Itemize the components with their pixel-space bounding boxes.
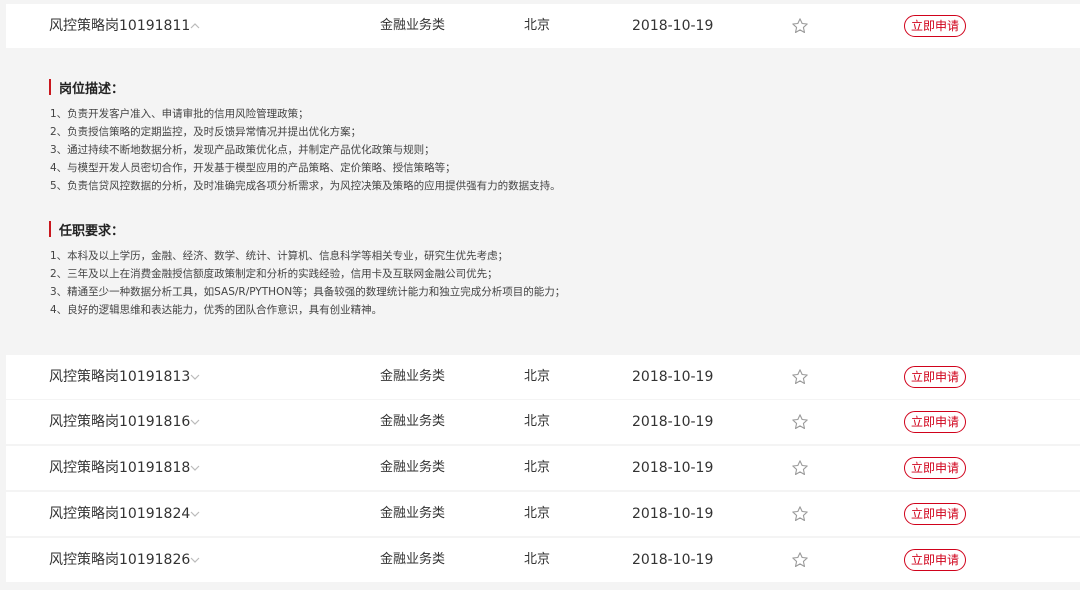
- job-title[interactable]: 风控策略岗10191818: [49, 446, 190, 490]
- list-item: 3、通过持续不断地数据分析，发现产品政策优化点，并制定产品优化政策与规则；: [50, 144, 435, 156]
- job-row[interactable]: 风控策略岗10191826 金融业务类 北京 2018-10-19 立即申请: [6, 538, 1080, 582]
- job-title[interactable]: 风控策略岗10191824: [49, 492, 190, 536]
- apply-button[interactable]: 立即申请: [904, 411, 966, 433]
- job-city: 北京: [524, 552, 551, 567]
- job-date: 2018-10-19: [632, 18, 714, 34]
- job-row[interactable]: 风控策略岗10191824 金融业务类 北京 2018-10-19 立即申请: [6, 492, 1080, 536]
- job-category: 金融业务类: [380, 552, 446, 567]
- job-row[interactable]: 风控策略岗10191816 金融业务类 北京 2018-10-19 立即申请: [6, 400, 1080, 444]
- job-category: 金融业务类: [380, 460, 446, 475]
- section-title: 任职要求：: [59, 224, 125, 239]
- list-item: 4、良好的逻辑思维和表达能力，优秀的团队合作意识，具有创业精神。: [50, 304, 383, 316]
- job-title[interactable]: 风控策略岗10191816: [49, 400, 190, 444]
- job-row[interactable]: 风控策略岗10191818 金融业务类 北京 2018-10-19 立即申请: [6, 446, 1080, 490]
- chevron-down-icon[interactable]: [188, 461, 202, 475]
- list-item: 2、负责授信策略的定期监控，及时反馈异常情况并提出优化方案；: [50, 126, 362, 138]
- job-city: 北京: [524, 414, 551, 429]
- list-item: 2、三年及以上在消费金融授信额度政策制定和分析的实践经验，信用卡及互联网金融公司…: [50, 268, 498, 280]
- apply-button[interactable]: 立即申请: [904, 457, 966, 479]
- list-item: 4、与模型开发人员密切合作，开发基于模型应用的产品策略、定价策略、授信策略等；: [50, 162, 456, 174]
- job-category: 金融业务类: [380, 369, 446, 384]
- job-row[interactable]: 风控策略岗10191813 金融业务类 北京 2018-10-19 立即申请: [6, 355, 1080, 399]
- job-row[interactable]: 风控策略岗10191811 金融业务类 北京 2018-10-19 立即申请: [6, 4, 1080, 48]
- apply-button[interactable]: 立即申请: [904, 366, 966, 388]
- chevron-down-icon[interactable]: [188, 415, 202, 429]
- job-date: 2018-10-19: [632, 552, 714, 568]
- star-outline-icon[interactable]: [791, 17, 809, 35]
- apply-button[interactable]: 立即申请: [904, 503, 966, 525]
- list-item: 3、精通至少一种数据分析工具，如SAS/R/PYTHON等；具备较强的数理统计能…: [50, 286, 566, 298]
- star-outline-icon[interactable]: [791, 505, 809, 523]
- job-city: 北京: [524, 369, 551, 384]
- chevron-down-icon[interactable]: [188, 370, 202, 384]
- star-outline-icon[interactable]: [791, 413, 809, 431]
- list-item: 1、负责开发客户准入、申请审批的信用风险管理政策；: [50, 108, 309, 120]
- apply-button[interactable]: 立即申请: [904, 15, 966, 37]
- job-date: 2018-10-19: [632, 506, 714, 522]
- list-item: 5、负责信贷风控数据的分析，及时准确完成各项分析需求，为风控决策及策略的应用提供…: [50, 180, 561, 192]
- job-category: 金融业务类: [380, 414, 446, 429]
- job-city: 北京: [524, 460, 551, 475]
- duties-list: 1、负责开发客户准入、申请审批的信用风险管理政策； 2、负责授信策略的定期监控，…: [50, 105, 561, 195]
- job-title[interactable]: 风控策略岗10191811: [49, 4, 190, 48]
- chevron-down-icon[interactable]: [188, 553, 202, 567]
- job-date: 2018-10-19: [632, 369, 714, 385]
- job-category: 金融业务类: [380, 506, 446, 521]
- job-title[interactable]: 风控策略岗10191813: [49, 355, 190, 399]
- chevron-down-icon[interactable]: [188, 507, 202, 521]
- section-accent-bar: [49, 79, 51, 95]
- star-outline-icon[interactable]: [791, 368, 809, 386]
- job-list: 风控策略岗10191811 金融业务类 北京 2018-10-19 立即申请 岗…: [0, 0, 1080, 590]
- job-city: 北京: [524, 18, 551, 33]
- section-accent-bar: [49, 221, 51, 237]
- job-title[interactable]: 风控策略岗10191826: [49, 538, 190, 582]
- job-date: 2018-10-19: [632, 414, 714, 430]
- job-date: 2018-10-19: [632, 460, 714, 476]
- apply-button[interactable]: 立即申请: [904, 549, 966, 571]
- star-outline-icon[interactable]: [791, 551, 809, 569]
- star-outline-icon[interactable]: [791, 459, 809, 477]
- section-title: 岗位描述：: [59, 82, 125, 97]
- chevron-up-icon[interactable]: [188, 19, 202, 33]
- requirements-list: 1、本科及以上学历，金融、经济、数学、统计、计算机、信息科学等相关专业，研究生优…: [50, 247, 565, 319]
- job-detail-panel: 岗位描述： 1、负责开发客户准入、申请审批的信用风险管理政策； 2、负责授信策略…: [6, 49, 1080, 354]
- job-category: 金融业务类: [380, 18, 446, 33]
- list-item: 1、本科及以上学历，金融、经济、数学、统计、计算机、信息科学等相关专业，研究生优…: [50, 250, 509, 262]
- job-city: 北京: [524, 506, 551, 521]
